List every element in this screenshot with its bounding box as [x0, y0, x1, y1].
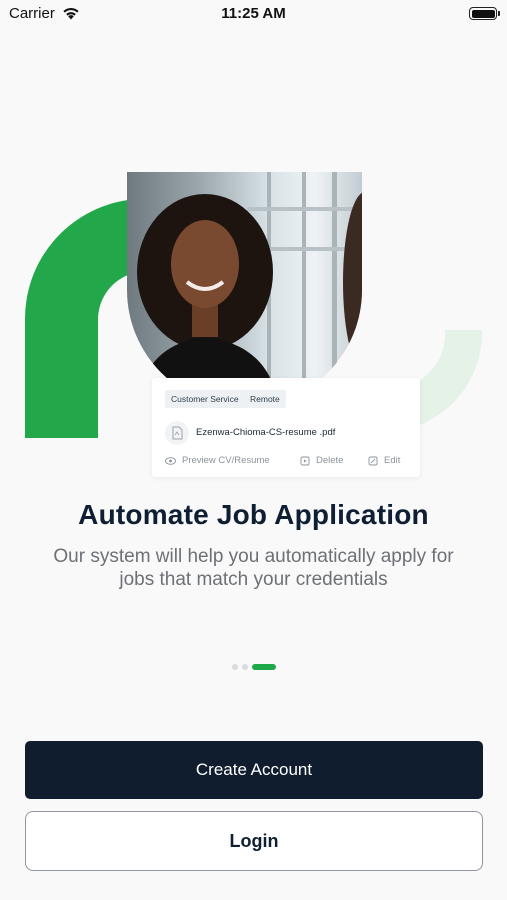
preview-cv-label: Preview CV/Resume	[182, 455, 270, 466]
page-dot-1[interactable]	[232, 664, 238, 670]
page-indicator	[232, 664, 276, 670]
delete-action: Delete	[300, 455, 343, 466]
page-dot-2[interactable]	[242, 664, 248, 670]
resume-file-name: Ezenwa-Chioma-CS-resume .pdf	[196, 427, 336, 438]
edit-action: Edit	[368, 455, 400, 466]
delete-icon	[300, 456, 310, 465]
onboarding-illustration: Customer Service Remote Ezenwa-Chioma-CS…	[0, 150, 507, 490]
create-account-button[interactable]: Create Account	[25, 741, 483, 799]
tag-customer-service: Customer Service	[165, 390, 245, 408]
preview-cv-action: Preview CV/Resume	[165, 455, 270, 466]
login-button[interactable]: Login	[25, 811, 483, 871]
clock: 11:25 AM	[221, 5, 286, 22]
edit-icon	[368, 456, 378, 465]
resume-card: Customer Service Remote Ezenwa-Chioma-CS…	[152, 378, 420, 477]
edit-label: Edit	[384, 455, 401, 466]
tag-remote: Remote	[244, 390, 286, 408]
onboarding-title: Automate Job Application	[78, 499, 429, 530]
status-bar: Carrier 11:25 AM	[0, 0, 507, 28]
profile-photo	[127, 172, 362, 407]
page-dot-3-active[interactable]	[252, 664, 276, 670]
delete-label: Delete	[316, 455, 344, 466]
battery-icon	[469, 7, 500, 20]
pdf-file-icon	[165, 421, 189, 445]
eye-icon	[165, 456, 176, 465]
onboarding-subtitle: Our system will help you automatically a…	[53, 546, 454, 590]
